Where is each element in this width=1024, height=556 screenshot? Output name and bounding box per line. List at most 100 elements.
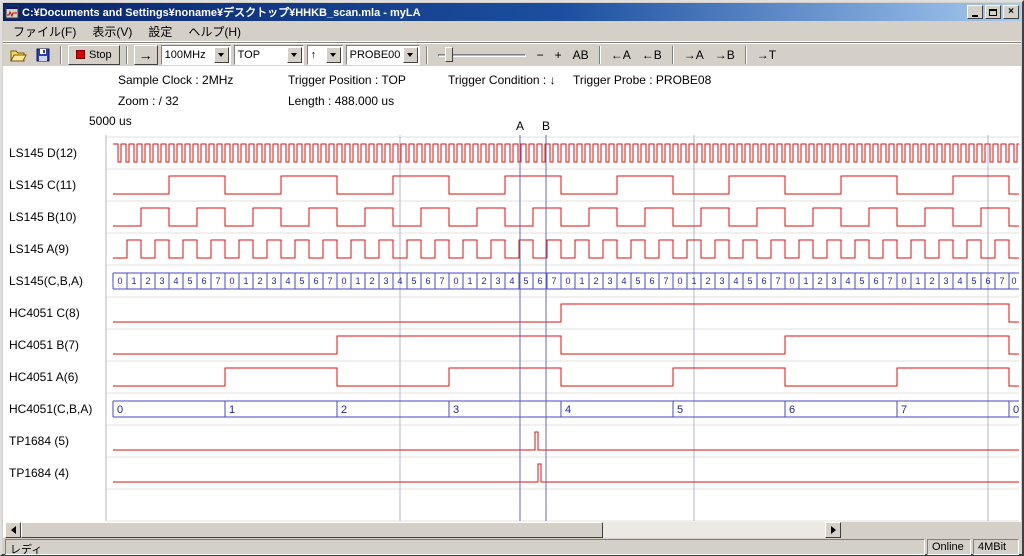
menu-bar: ファイル(F) 表示(V) 設定 ヘルプ(H) (3, 22, 1021, 42)
bus-value: 1 (131, 276, 136, 286)
bus-value: 6 (873, 276, 878, 286)
stop-icon (76, 50, 85, 59)
scroll-right-button[interactable] (825, 522, 841, 538)
bus-value: 0 (229, 276, 234, 286)
sample-rate-select[interactable]: 100MHz (161, 45, 231, 65)
bus-value: 2 (257, 276, 262, 286)
bus-value: 1 (229, 404, 235, 416)
scroll-left-button[interactable] (5, 522, 21, 538)
waveform-client-area: Sample Clock : 2MHz Trigger Position : T… (3, 66, 1021, 538)
channel-label: HC4051 A(6) (9, 370, 78, 384)
bus-value: 5 (859, 276, 864, 286)
bus-value: 5 (971, 276, 976, 286)
menu-item-file[interactable]: ファイル(F) (5, 21, 84, 42)
close-button[interactable]: × (1003, 5, 1019, 19)
floppy-disk-icon (36, 48, 50, 62)
bus-value: 0 (1011, 276, 1016, 286)
channel-label: LS145 D(12) (9, 146, 77, 160)
horizontal-scrollbar[interactable] (5, 522, 841, 538)
bus-value: 0 (1013, 404, 1019, 416)
open-folder-icon (10, 48, 27, 62)
bus-value: 0 (117, 404, 123, 416)
cursor-b[interactable]: B (542, 119, 550, 521)
bus-value: 6 (313, 276, 318, 286)
channel-row: LS145 C(11) (9, 176, 1019, 194)
bus-value: 3 (943, 276, 948, 286)
goto-cursor-b-left-button[interactable]: ←B (638, 46, 666, 64)
bus-value: 7 (901, 404, 907, 416)
stop-button[interactable]: Stop (68, 45, 120, 65)
bus-value: 1 (579, 276, 584, 286)
stop-button-label: Stop (89, 49, 112, 61)
bus-value: 5 (299, 276, 304, 286)
bus-value: 5 (747, 276, 752, 286)
channel-row: TP1684 (4) (9, 464, 1019, 482)
bus-value: 3 (159, 276, 164, 286)
trigger-probe-select[interactable]: PROBE00 (346, 45, 420, 65)
channel-row: LS145 A(9) (9, 240, 1019, 258)
scroll-left-icon (11, 526, 16, 534)
bus-value: 2 (369, 276, 374, 286)
dropdown-arrow-icon[interactable] (287, 47, 302, 63)
bus-value: 6 (425, 276, 430, 286)
bus-value: 7 (999, 276, 1004, 286)
channel-label: HC4051(C,B,A) (9, 402, 92, 416)
bus-value: 2 (929, 276, 934, 286)
bus-value: 0 (789, 276, 794, 286)
waveform-canvas[interactable]: LS145 D(12) LS145 C(11) LS145 B(10) LS145 A… (3, 66, 1021, 522)
toolbar-separator (60, 46, 62, 64)
bus-value: 7 (663, 276, 668, 286)
bus-value: 5 (677, 404, 683, 416)
bus-value: 3 (383, 276, 388, 286)
open-file-button[interactable] (7, 45, 29, 65)
bus-value: 4 (565, 404, 571, 416)
zoom-slider-thumb[interactable] (445, 47, 453, 62)
channel-label: LS145 A(9) (9, 242, 69, 256)
cursor-a[interactable]: A (516, 119, 524, 521)
bus-value: 6 (649, 276, 654, 286)
trigger-position-select[interactable]: TOP (234, 45, 304, 65)
channel-row: LS145(C,B,A)0123456701234567012345670123… (9, 273, 1019, 289)
zoom-out-button[interactable]: − (533, 46, 548, 64)
bus-value: 7 (775, 276, 780, 286)
status-ready: レディ (5, 539, 925, 555)
menu-item-view[interactable]: 表示(V) (84, 21, 140, 42)
minimize-button[interactable] (967, 5, 983, 19)
cursor-label: B (542, 119, 550, 133)
menu-item-settings[interactable]: 設定 (140, 21, 180, 42)
run-button[interactable]: → (134, 45, 158, 65)
bus-value: 1 (467, 276, 472, 286)
dropdown-arrow-icon[interactable] (403, 47, 418, 63)
bus-value: 3 (831, 276, 836, 286)
bus-value: 6 (761, 276, 766, 286)
goto-trigger-button[interactable]: →T (753, 46, 780, 64)
toolbar: Stop → 100MHz TOP ↑ PROBE00 − + AB ←A ←B (3, 42, 1021, 66)
bus-value: 0 (453, 276, 458, 286)
toolbar-separator (126, 46, 128, 64)
dropdown-arrow-icon[interactable] (326, 47, 341, 63)
menu-item-help[interactable]: ヘルプ(H) (180, 21, 249, 42)
bus-value: 7 (327, 276, 332, 286)
bus-value: 0 (117, 276, 122, 286)
goto-cursor-a-left-button[interactable]: ←A (607, 46, 635, 64)
zoom-slider[interactable] (438, 45, 526, 65)
zoom-in-button[interactable]: + (551, 46, 566, 64)
grid (106, 135, 1019, 521)
bus-value: 2 (817, 276, 822, 286)
status-memory: 4MBit (973, 539, 1019, 555)
window-title: C:¥Documents and Settings¥noname¥デスクトップ¥… (22, 4, 967, 20)
bus-value: 4 (285, 276, 290, 286)
maximize-button[interactable] (985, 5, 1001, 19)
channel-row: HC4051 B(7) (9, 336, 1019, 354)
dropdown-arrow-icon[interactable] (214, 47, 229, 63)
channel-row: LS145 B(10) (9, 208, 1019, 226)
trigger-edge-select[interactable]: ↑ (307, 45, 343, 65)
bus-value: 5 (187, 276, 192, 286)
save-button[interactable] (32, 45, 54, 65)
goto-cursor-a-right-button[interactable]: →A (680, 46, 708, 64)
toolbar-separator (745, 46, 747, 64)
scrollbar-thumb[interactable] (21, 522, 603, 538)
bus-value: 2 (593, 276, 598, 286)
ab-cursor-button[interactable]: AB (569, 46, 593, 64)
goto-cursor-b-right-button[interactable]: →B (711, 46, 739, 64)
